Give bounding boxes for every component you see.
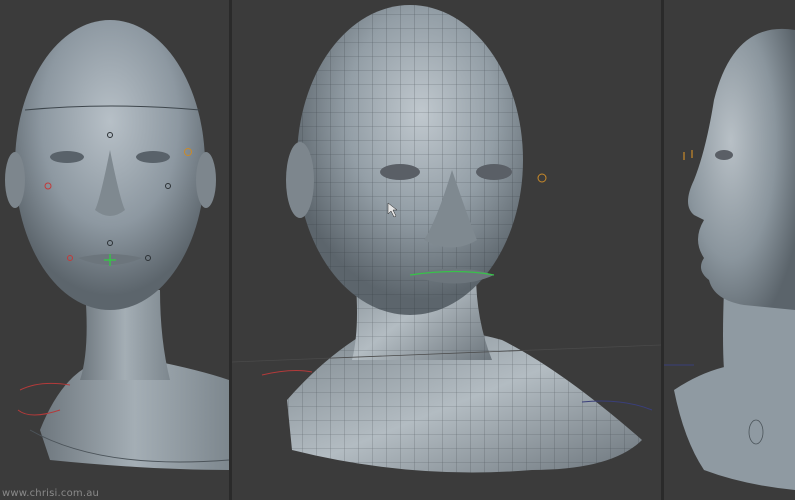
perspective-head-render	[232, 5, 661, 473]
front-head-render	[5, 20, 229, 470]
viewport-perspective[interactable]	[232, 0, 661, 500]
side-head-render	[664, 28, 795, 490]
viewport-side[interactable]	[664, 0, 795, 500]
watermark-text: www.chrisi.com.au	[2, 488, 100, 499]
viewport-front[interactable]: www.chrisi.com.au	[0, 0, 229, 500]
